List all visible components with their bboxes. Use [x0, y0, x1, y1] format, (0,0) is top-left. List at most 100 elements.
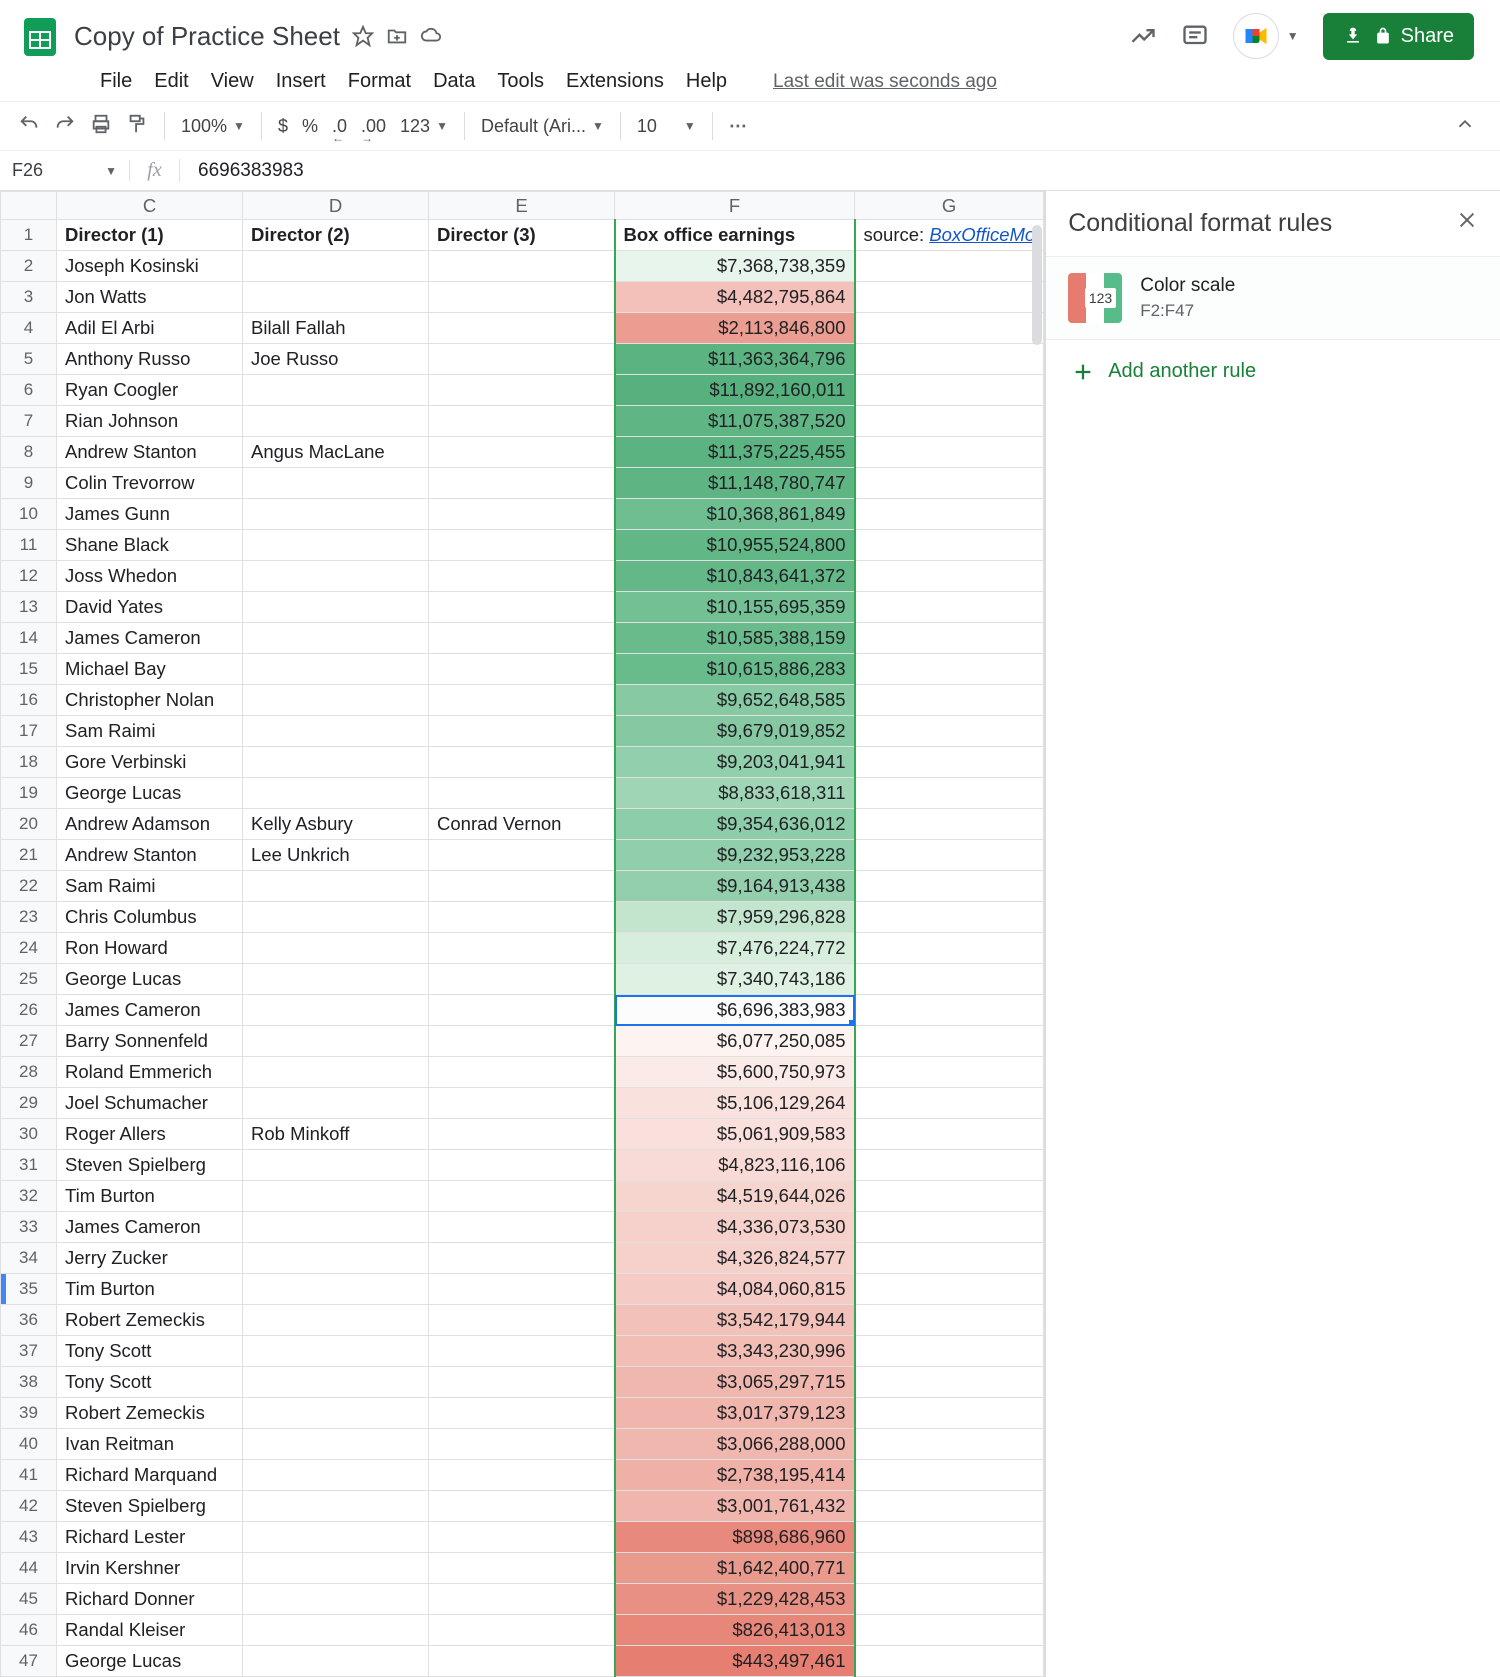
row-header[interactable]: 12 — [1, 561, 57, 592]
cell[interactable] — [855, 1522, 1044, 1553]
cell[interactable]: Tony Scott — [57, 1367, 243, 1398]
print-icon[interactable] — [90, 113, 112, 140]
cell[interactable]: $3,017,379,123 — [615, 1398, 855, 1429]
cell[interactable]: George Lucas — [57, 964, 243, 995]
cell[interactable] — [243, 530, 429, 561]
cell[interactable] — [855, 1615, 1044, 1646]
font-size-select[interactable]: 10 ▼ — [637, 116, 696, 137]
cell[interactable]: $7,476,224,772 — [615, 933, 855, 964]
row-header[interactable]: 33 — [1, 1212, 57, 1243]
row-header[interactable]: 15 — [1, 654, 57, 685]
meet-icon[interactable] — [1233, 13, 1279, 59]
cell[interactable]: Andrew Adamson — [57, 809, 243, 840]
cell[interactable] — [855, 468, 1044, 499]
cell[interactable] — [243, 1367, 429, 1398]
cell[interactable]: $4,823,116,106 — [615, 1150, 855, 1181]
cell[interactable] — [243, 1584, 429, 1615]
redo-icon[interactable] — [54, 113, 76, 140]
row-header[interactable]: 13 — [1, 592, 57, 623]
row-header[interactable]: 11 — [1, 530, 57, 561]
cell[interactable]: Gore Verbinski — [57, 747, 243, 778]
cell[interactable] — [429, 1367, 615, 1398]
cell[interactable] — [243, 1336, 429, 1367]
cell[interactable]: James Cameron — [57, 1212, 243, 1243]
row-header[interactable]: 3 — [1, 282, 57, 313]
cell[interactable]: $9,203,041,941 — [615, 747, 855, 778]
cell[interactable] — [855, 530, 1044, 561]
cell[interactable]: Richard Marquand — [57, 1460, 243, 1491]
zoom-select[interactable]: 100%▼ — [181, 116, 245, 137]
cell[interactable] — [429, 871, 615, 902]
cell[interactable] — [243, 995, 429, 1026]
row-header[interactable]: 27 — [1, 1026, 57, 1057]
cell[interactable] — [429, 561, 615, 592]
cell[interactable] — [243, 375, 429, 406]
cell[interactable]: $4,519,644,026 — [615, 1181, 855, 1212]
cell[interactable] — [429, 778, 615, 809]
cell[interactable] — [429, 251, 615, 282]
cell[interactable] — [243, 282, 429, 313]
cell[interactable] — [429, 1274, 615, 1305]
cell[interactable]: Robert Zemeckis — [57, 1305, 243, 1336]
cell[interactable] — [243, 902, 429, 933]
row-header[interactable]: 41 — [1, 1460, 57, 1491]
undo-icon[interactable] — [18, 113, 40, 140]
cell[interactable] — [855, 344, 1044, 375]
cell[interactable]: $443,497,461 — [615, 1646, 855, 1677]
cell[interactable] — [243, 1274, 429, 1305]
cell[interactable] — [243, 499, 429, 530]
cell[interactable] — [429, 1057, 615, 1088]
cell[interactable]: $1,229,428,453 — [615, 1584, 855, 1615]
cell[interactable] — [855, 809, 1044, 840]
cell[interactable]: $5,106,129,264 — [615, 1088, 855, 1119]
cell[interactable]: Andrew Stanton — [57, 840, 243, 871]
cell[interactable] — [855, 1398, 1044, 1429]
cell[interactable]: $3,001,761,432 — [615, 1491, 855, 1522]
cell[interactable]: Roger Allers — [57, 1119, 243, 1150]
row-header[interactable]: 5 — [1, 344, 57, 375]
name-box[interactable]: F26▼ — [0, 160, 130, 181]
cell[interactable] — [429, 344, 615, 375]
cell[interactable] — [855, 747, 1044, 778]
cell[interactable]: James Cameron — [57, 995, 243, 1026]
comments-icon[interactable] — [1181, 22, 1209, 50]
cell[interactable]: $7,340,743,186 — [615, 964, 855, 995]
menu-tools[interactable]: Tools — [497, 70, 544, 93]
cell[interactable]: $6,696,383,983 — [615, 995, 855, 1026]
cell[interactable] — [243, 1615, 429, 1646]
cell[interactable]: Rian Johnson — [57, 406, 243, 437]
cell[interactable]: Joseph Kosinski — [57, 251, 243, 282]
cell[interactable] — [429, 1646, 615, 1677]
row-header[interactable]: 30 — [1, 1119, 57, 1150]
cell[interactable] — [429, 530, 615, 561]
cell[interactable]: $1,642,400,771 — [615, 1553, 855, 1584]
cell[interactable] — [243, 716, 429, 747]
row-header[interactable]: 2 — [1, 251, 57, 282]
star-icon[interactable] — [352, 25, 374, 47]
cell[interactable] — [429, 1522, 615, 1553]
cell[interactable]: Richard Donner — [57, 1584, 243, 1615]
spreadsheet-grid[interactable]: C D E F G 1 Director (1) Director (2) Di… — [0, 191, 1044, 1677]
cell[interactable]: Sam Raimi — [57, 871, 243, 902]
row-header[interactable]: 37 — [1, 1336, 57, 1367]
menu-insert[interactable]: Insert — [276, 70, 326, 93]
cell[interactable] — [855, 499, 1044, 530]
cell[interactable] — [429, 1615, 615, 1646]
row-header[interactable]: 24 — [1, 933, 57, 964]
cell[interactable]: $7,959,296,828 — [615, 902, 855, 933]
cell[interactable] — [429, 1212, 615, 1243]
cell[interactable]: $826,413,013 — [615, 1615, 855, 1646]
cell[interactable] — [855, 1119, 1044, 1150]
cell[interactable]: $7,368,738,359 — [615, 251, 855, 282]
row-header[interactable]: 20 — [1, 809, 57, 840]
cell[interactable]: $10,155,695,359 — [615, 592, 855, 623]
col-header-D[interactable]: D — [243, 192, 429, 220]
cell[interactable]: $9,232,953,228 — [615, 840, 855, 871]
cell[interactable] — [243, 654, 429, 685]
cell[interactable]: $3,065,297,715 — [615, 1367, 855, 1398]
cell[interactable]: $3,343,230,996 — [615, 1336, 855, 1367]
cell[interactable]: David Yates — [57, 592, 243, 623]
cell[interactable]: $11,892,160,011 — [615, 375, 855, 406]
cell[interactable]: $10,843,641,372 — [615, 561, 855, 592]
cell[interactable]: Conrad Vernon — [429, 809, 615, 840]
